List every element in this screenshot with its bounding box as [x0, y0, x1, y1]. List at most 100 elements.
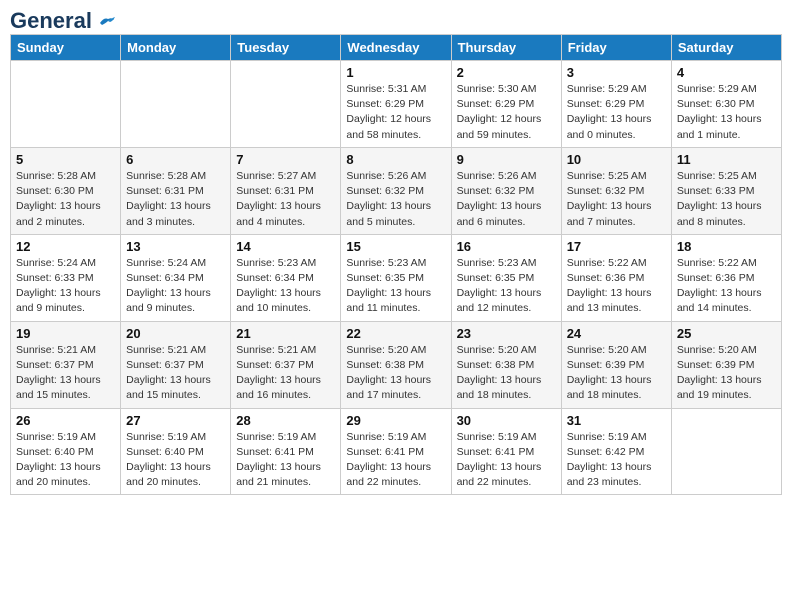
day-info: Sunrise: 5:20 AMSunset: 6:39 PMDaylight:… — [677, 343, 776, 404]
day-info: Sunrise: 5:27 AMSunset: 6:31 PMDaylight:… — [236, 169, 335, 230]
calendar-cell: 20 Sunrise: 5:21 AMSunset: 6:37 PMDayligh… — [121, 321, 231, 408]
day-number: 16 — [457, 239, 556, 254]
calendar-cell: 3 Sunrise: 5:29 AMSunset: 6:29 PMDaylight… — [561, 61, 671, 148]
day-number: 14 — [236, 239, 335, 254]
day-info: Sunrise: 5:20 AMSunset: 6:38 PMDaylight:… — [346, 343, 445, 404]
day-number: 22 — [346, 326, 445, 341]
calendar-cell: 9 Sunrise: 5:26 AMSunset: 6:32 PMDaylight… — [451, 147, 561, 234]
day-number: 12 — [16, 239, 115, 254]
calendar-cell: 11 Sunrise: 5:25 AMSunset: 6:33 PMDayligh… — [671, 147, 781, 234]
day-number: 20 — [126, 326, 225, 341]
weekday-header: Thursday — [451, 35, 561, 61]
day-info: Sunrise: 5:28 AMSunset: 6:31 PMDaylight:… — [126, 169, 225, 230]
day-info: Sunrise: 5:21 AMSunset: 6:37 PMDaylight:… — [236, 343, 335, 404]
weekday-header: Friday — [561, 35, 671, 61]
day-info: Sunrise: 5:19 AMSunset: 6:41 PMDaylight:… — [457, 430, 556, 491]
day-info: Sunrise: 5:24 AMSunset: 6:34 PMDaylight:… — [126, 256, 225, 317]
calendar-cell: 29 Sunrise: 5:19 AMSunset: 6:41 PMDayligh… — [341, 408, 451, 495]
day-number: 3 — [567, 65, 666, 80]
day-number: 29 — [346, 413, 445, 428]
calendar-cell — [231, 61, 341, 148]
calendar-cell: 7 Sunrise: 5:27 AMSunset: 6:31 PMDaylight… — [231, 147, 341, 234]
calendar-cell: 12 Sunrise: 5:24 AMSunset: 6:33 PMDayligh… — [11, 234, 121, 321]
calendar-cell: 26Sunrise: 5:19 AMSunset: 6:40 PMDayligh… — [11, 408, 121, 495]
weekday-header: Sunday — [11, 35, 121, 61]
day-number: 2 — [457, 65, 556, 80]
day-number: 7 — [236, 152, 335, 167]
day-info: Sunrise: 5:31 AMSunset: 6:29 PMDaylight:… — [346, 82, 445, 143]
day-info: Sunrise: 5:23 AMSunset: 6:35 PMDaylight:… — [346, 256, 445, 317]
calendar-cell — [121, 61, 231, 148]
day-info: Sunrise: 5:19 AMSunset: 6:40 PMDaylight:… — [126, 430, 225, 491]
calendar-cell: 27 Sunrise: 5:19 AMSunset: 6:40 PMDayligh… — [121, 408, 231, 495]
day-number: 17 — [567, 239, 666, 254]
calendar-cell: 10 Sunrise: 5:25 AMSunset: 6:32 PMDayligh… — [561, 147, 671, 234]
day-info: Sunrise: 5:20 AMSunset: 6:38 PMDaylight:… — [457, 343, 556, 404]
calendar-cell: 23 Sunrise: 5:20 AMSunset: 6:38 PMDayligh… — [451, 321, 561, 408]
day-info: Sunrise: 5:22 AMSunset: 6:36 PMDaylight:… — [677, 256, 776, 317]
day-info: Sunrise: 5:19 AMSunset: 6:41 PMDaylight:… — [236, 430, 335, 491]
day-number: 18 — [677, 239, 776, 254]
calendar-cell: 5 Sunrise: 5:28 AMSunset: 6:30 PMDaylight… — [11, 147, 121, 234]
day-number: 1 — [346, 65, 445, 80]
day-info: Sunrise: 5:21 AMSunset: 6:37 PMDaylight:… — [16, 343, 115, 404]
calendar-cell: 22 Sunrise: 5:20 AMSunset: 6:38 PMDayligh… — [341, 321, 451, 408]
day-info: Sunrise: 5:19 AMSunset: 6:40 PMDaylight:… — [16, 430, 115, 491]
day-number: 10 — [567, 152, 666, 167]
day-number: 27 — [126, 413, 225, 428]
calendar-cell: 19 Sunrise: 5:21 AMSunset: 6:37 PMDayligh… — [11, 321, 121, 408]
day-info: Sunrise: 5:19 AMSunset: 6:42 PMDaylight:… — [567, 430, 666, 491]
calendar-cell: 4Sunrise: 5:29 AMSunset: 6:30 PMDaylight… — [671, 61, 781, 148]
calendar-cell: 2 Sunrise: 5:30 AMSunset: 6:29 PMDaylight… — [451, 61, 561, 148]
calendar-cell: 6Sunrise: 5:28 AMSunset: 6:31 PMDaylight… — [121, 147, 231, 234]
day-info: Sunrise: 5:21 AMSunset: 6:37 PMDaylight:… — [126, 343, 225, 404]
day-info: Sunrise: 5:26 AMSunset: 6:32 PMDaylight:… — [346, 169, 445, 230]
day-number: 30 — [457, 413, 556, 428]
calendar-cell: 21 Sunrise: 5:21 AMSunset: 6:37 PMDayligh… — [231, 321, 341, 408]
day-info: Sunrise: 5:28 AMSunset: 6:30 PMDaylight:… — [16, 169, 115, 230]
day-number: 31 — [567, 413, 666, 428]
calendar-cell: 13Sunrise: 5:24 AMSunset: 6:34 PMDayligh… — [121, 234, 231, 321]
day-info: Sunrise: 5:25 AMSunset: 6:32 PMDaylight:… — [567, 169, 666, 230]
day-number: 21 — [236, 326, 335, 341]
day-number: 11 — [677, 152, 776, 167]
day-info: Sunrise: 5:29 AMSunset: 6:29 PMDaylight:… — [567, 82, 666, 143]
calendar-cell: 1 Sunrise: 5:31 AMSunset: 6:29 PMDaylight… — [341, 61, 451, 148]
weekday-header: Monday — [121, 35, 231, 61]
calendar-table: SundayMondayTuesdayWednesdayThursdayFrid… — [10, 34, 782, 495]
day-number: 24 — [567, 326, 666, 341]
day-info: Sunrise: 5:25 AMSunset: 6:33 PMDaylight:… — [677, 169, 776, 230]
calendar-cell: 25 Sunrise: 5:20 AMSunset: 6:39 PMDayligh… — [671, 321, 781, 408]
day-info: Sunrise: 5:24 AMSunset: 6:33 PMDaylight:… — [16, 256, 115, 317]
day-number: 15 — [346, 239, 445, 254]
logo: General — [10, 10, 116, 28]
calendar-cell: 28 Sunrise: 5:19 AMSunset: 6:41 PMDayligh… — [231, 408, 341, 495]
logo-bird-icon — [98, 15, 116, 29]
day-number: 8 — [346, 152, 445, 167]
day-info: Sunrise: 5:23 AMSunset: 6:34 PMDaylight:… — [236, 256, 335, 317]
calendar-cell: 17 Sunrise: 5:22 AMSunset: 6:36 PMDayligh… — [561, 234, 671, 321]
day-number: 28 — [236, 413, 335, 428]
day-number: 23 — [457, 326, 556, 341]
calendar-cell: 14 Sunrise: 5:23 AMSunset: 6:34 PMDayligh… — [231, 234, 341, 321]
day-info: Sunrise: 5:20 AMSunset: 6:39 PMDaylight:… — [567, 343, 666, 404]
day-info: Sunrise: 5:26 AMSunset: 6:32 PMDaylight:… — [457, 169, 556, 230]
calendar-cell: 31 Sunrise: 5:19 AMSunset: 6:42 PMDayligh… — [561, 408, 671, 495]
calendar-cell — [671, 408, 781, 495]
day-info: Sunrise: 5:22 AMSunset: 6:36 PMDaylight:… — [567, 256, 666, 317]
logo-text: General — [10, 10, 116, 32]
day-number: 25 — [677, 326, 776, 341]
day-number: 5 — [16, 152, 115, 167]
calendar-cell: 30 Sunrise: 5:19 AMSunset: 6:41 PMDayligh… — [451, 408, 561, 495]
day-info: Sunrise: 5:19 AMSunset: 6:41 PMDaylight:… — [346, 430, 445, 491]
weekday-header: Wednesday — [341, 35, 451, 61]
day-number: 9 — [457, 152, 556, 167]
day-number: 19 — [16, 326, 115, 341]
calendar-cell: 16Sunrise: 5:23 AMSunset: 6:35 PMDayligh… — [451, 234, 561, 321]
calendar-cell: 8 Sunrise: 5:26 AMSunset: 6:32 PMDaylight… — [341, 147, 451, 234]
header: General — [10, 10, 782, 28]
day-info: Sunrise: 5:30 AMSunset: 6:29 PMDaylight:… — [457, 82, 556, 143]
weekday-header: Tuesday — [231, 35, 341, 61]
weekday-header: Saturday — [671, 35, 781, 61]
calendar-cell: 24 Sunrise: 5:20 AMSunset: 6:39 PMDayligh… — [561, 321, 671, 408]
